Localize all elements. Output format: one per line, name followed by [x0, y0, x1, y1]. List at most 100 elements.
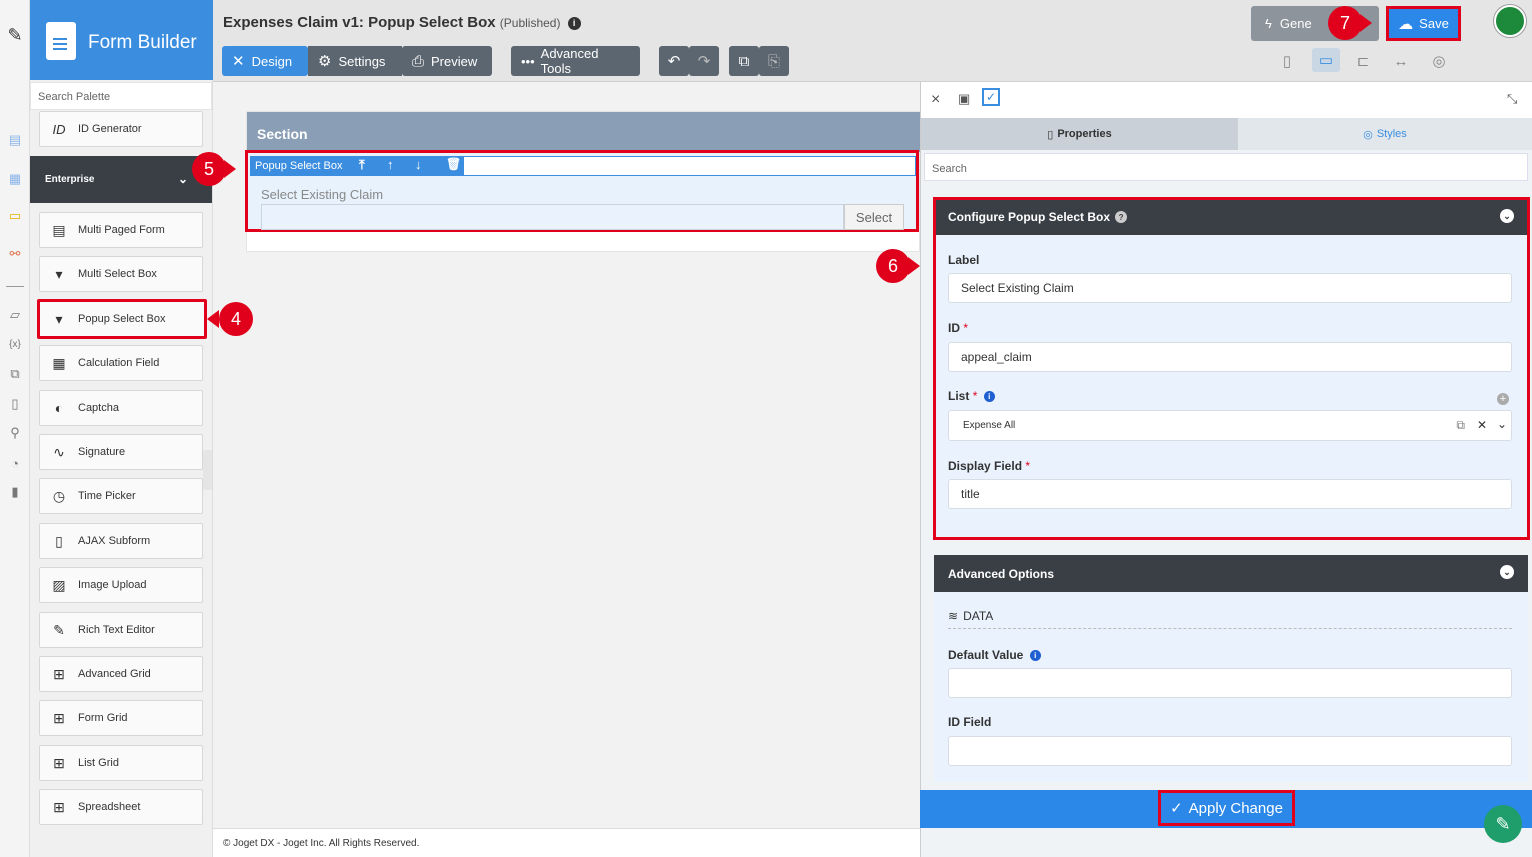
- palette-item[interactable]: ⊞ Spreadsheet: [39, 789, 203, 825]
- advanced-tools-label: Advanced Tools: [540, 46, 599, 76]
- clock-icon: ◷: [52, 487, 66, 504]
- design-label: Design: [251, 53, 293, 69]
- close-icon[interactable]: ×: [931, 91, 940, 109]
- multi-page-icon: ▤: [52, 221, 66, 238]
- pdf-icon[interactable]: ▯: [6, 395, 24, 413]
- pencil-fab[interactable]: ✎: [1484, 805, 1522, 843]
- advanced-card-header[interactable]: Advanced Options ⌄: [934, 555, 1528, 592]
- palette-item[interactable]: ▾ Multi Select Box: [39, 256, 203, 292]
- apply-change-button[interactable]: ✓ Apply Change: [1158, 790, 1295, 826]
- popup-select-input[interactable]: [261, 204, 844, 230]
- document-icon: ▯: [1047, 128, 1054, 141]
- palette-item[interactable]: ⊞ Form Grid: [39, 700, 203, 736]
- check-icon: ✓: [1170, 800, 1183, 817]
- palette-item[interactable]: ∿ Signature: [39, 434, 203, 470]
- gear-icon: ⚙: [318, 53, 332, 70]
- info-icon[interactable]: i: [567, 16, 581, 30]
- palette-item[interactable]: ⊞ List Grid: [39, 745, 203, 781]
- palette-item[interactable]: ▨ Image Upload: [39, 567, 203, 603]
- advanced-title: Advanced Options: [948, 566, 1055, 581]
- default-value-text: Default Value: [948, 648, 1024, 662]
- tab-styles[interactable]: ◎ Styles: [1238, 118, 1532, 150]
- arrow-up-icon[interactable]: ↑: [387, 157, 394, 172]
- minimize-icon[interactable]: ▣: [958, 91, 970, 107]
- id-field-input[interactable]: [948, 736, 1512, 766]
- undo-icon[interactable]: ↶: [659, 46, 689, 76]
- edit-icon: ✎: [53, 621, 65, 638]
- palette-item[interactable]: ⊞ Advanced Grid: [39, 656, 203, 692]
- datalist-icon[interactable]: ▦: [6, 170, 24, 188]
- footer: © Joget DX - Joget Inc. All Rights Reser…: [213, 828, 920, 857]
- default-value-field[interactable]: [948, 668, 1512, 698]
- palette-item[interactable]: ◐ Captcha: [39, 390, 203, 426]
- save-button[interactable]: ☁ Save: [1386, 6, 1461, 41]
- palette-item-label: Calculation Field: [78, 357, 160, 369]
- palette-category-enterprise[interactable]: Enterprise ⌄: [30, 156, 212, 203]
- palette-item-label: Rich Text Editor: [78, 624, 155, 636]
- checkbox-icon[interactable]: ✓: [982, 88, 1000, 106]
- script-icon[interactable]: ▮: [6, 483, 24, 501]
- data-heading-text: DATA: [963, 609, 994, 623]
- fullwidth-view-icon[interactable]: ↔: [1390, 50, 1412, 72]
- info-icon[interactable]: i: [1029, 650, 1041, 662]
- note-icon[interactable]: ▱: [6, 306, 24, 324]
- collapse-icon[interactable]: ⤡: [1507, 91, 1517, 107]
- palette-resize-handle[interactable]: [203, 450, 212, 490]
- properties-header: × ▣ ✓ ⤡: [921, 82, 1532, 118]
- performance-icon[interactable]: ◔: [6, 454, 24, 472]
- paste-icon[interactable]: ⎘: [759, 46, 789, 76]
- callout-pointer: [1360, 14, 1372, 32]
- tab-properties-label: Properties: [1057, 128, 1112, 140]
- plugin-icon[interactable]: ⚲: [6, 424, 24, 442]
- tab-properties[interactable]: ▯ Properties: [921, 118, 1238, 150]
- palette-item-id-generator[interactable]: ID ID Generator: [39, 111, 203, 147]
- copy-icon[interactable]: ⧉: [729, 46, 759, 76]
- rail-divider: [6, 286, 24, 287]
- pencil-icon: ✎: [1495, 813, 1511, 834]
- palette-item-label: Time Picker: [78, 490, 136, 502]
- properties-search-input[interactable]: Search: [924, 153, 1528, 181]
- grid-icon: ⊞: [53, 665, 65, 682]
- select-box-icon: ▾: [55, 265, 63, 282]
- palette-item[interactable]: ▤ Multi Paged Form: [39, 212, 203, 248]
- palette-item[interactable]: ◷ Time Picker: [39, 478, 203, 514]
- move-top-icon[interactable]: ⤒: [359, 157, 365, 173]
- userview-icon[interactable]: ▭: [6, 207, 24, 225]
- select-button[interactable]: Select: [844, 204, 904, 230]
- process-icon[interactable]: ⚯: [6, 245, 24, 263]
- preview-tab[interactable]: ⎙ Preview: [402, 46, 492, 76]
- design-tab[interactable]: ✕ Design: [222, 46, 308, 76]
- mobile-view-icon[interactable]: ▯: [1276, 50, 1298, 72]
- palette-item[interactable]: ✎ Rich Text Editor: [39, 612, 203, 648]
- edit-icon[interactable]: ✎: [6, 25, 24, 45]
- palette-item[interactable]: ▦ Calculation Field: [39, 345, 203, 381]
- element-type-label: Popup Select Box: [250, 156, 464, 176]
- settings-tab[interactable]: ⚙ Settings: [308, 46, 402, 76]
- palette-item[interactable]: ▯ AJAX Subform: [39, 523, 203, 559]
- grid-icon: ⊞: [53, 798, 65, 815]
- palette-theme-icon[interactable]: ◎: [1428, 50, 1450, 72]
- save-label: Save: [1419, 16, 1449, 31]
- redo-icon[interactable]: ↷: [689, 46, 719, 76]
- form-name: Expenses Claim v1: Popup Select Box: [223, 14, 496, 31]
- translate-icon[interactable]: ⧉: [6, 365, 24, 383]
- trash-icon[interactable]: 🗑: [446, 157, 461, 171]
- palette-item[interactable]: ▾ Popup Select Box: [37, 299, 207, 339]
- variable-icon[interactable]: {x}: [6, 335, 24, 353]
- id-icon: ID: [52, 121, 66, 137]
- select-box-icon: ▾: [55, 310, 63, 327]
- form-icon[interactable]: ▤: [6, 131, 24, 149]
- arrow-down-icon[interactable]: ↓: [415, 157, 422, 172]
- laptop-view-icon[interactable]: ⊏: [1352, 50, 1374, 72]
- palette-item-label: Signature: [78, 446, 126, 458]
- publish-status: (Published): [499, 16, 561, 30]
- calculator-icon: ▦: [52, 354, 66, 371]
- palette-search-input[interactable]: Search Palette: [30, 82, 212, 110]
- image-icon: ▨: [52, 576, 66, 593]
- avatar[interactable]: [1494, 5, 1526, 37]
- tablet-view-icon[interactable]: ▭: [1312, 48, 1340, 72]
- divider: [948, 628, 1512, 629]
- advanced-tools-button[interactable]: ••• Advanced Tools: [511, 46, 640, 76]
- palette-item-label: List Grid: [78, 757, 119, 769]
- cloud-upload-icon: ☁: [1398, 15, 1414, 33]
